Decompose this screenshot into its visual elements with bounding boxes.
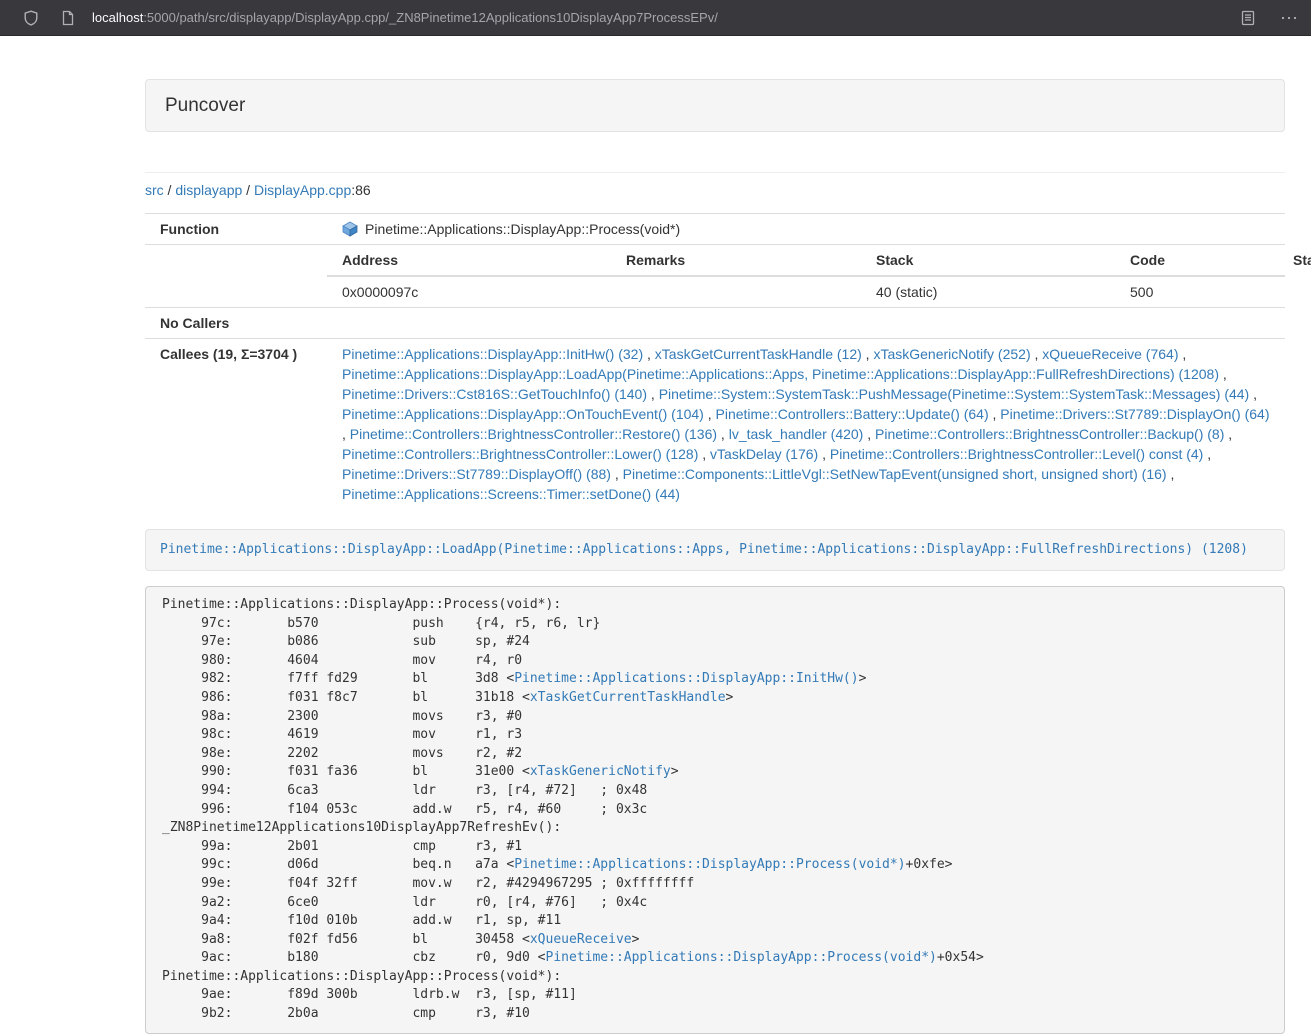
brand-title: Puncover <box>165 95 245 116</box>
breadcrumb: src / displayapp / DisplayApp.cpp:86 <box>145 180 1285 200</box>
breadcrumb-line-number: :86 <box>351 182 370 198</box>
page-info-icon[interactable] <box>60 10 76 26</box>
callee-link[interactable]: Pinetime::Applications::Screens::Timer::… <box>342 486 680 502</box>
reader-mode-icon[interactable] <box>1240 10 1256 26</box>
callee-link[interactable]: xQueueReceive (764) <box>1042 346 1178 362</box>
callee-link[interactable]: xTaskGetCurrentTaskHandle (12) <box>655 346 862 362</box>
code-symbol-link[interactable]: xTaskGetCurrentTaskHandle <box>530 690 726 705</box>
callee-link[interactable]: Pinetime::Controllers::BrightnessControl… <box>342 446 698 462</box>
code-symbol-link[interactable]: Pinetime::Applications::DisplayApp::Proc… <box>546 950 937 965</box>
code-symbol-link[interactable]: xQueueReceive <box>530 932 632 947</box>
stats-cell: Address Remarks Stack Code Static 0x0000… <box>327 245 1285 308</box>
callee-link[interactable]: Pinetime::Drivers::Cst816S::GetTouchInfo… <box>342 386 647 402</box>
callee-link[interactable]: Pinetime::Controllers::BrightnessControl… <box>830 446 1203 462</box>
browser-url-bar: localhost:5000/path/src/displayapp/Displ… <box>0 0 1311 36</box>
stats-header-code: Code <box>1115 245 1278 276</box>
callee-link[interactable]: vTaskDelay (176) <box>710 446 818 462</box>
callee-link[interactable]: Pinetime::Drivers::St7789::DisplayOn() (… <box>1000 406 1269 422</box>
breadcrumb-separator: / <box>242 182 254 198</box>
callee-link[interactable]: Pinetime::Controllers::BrightnessControl… <box>350 426 717 442</box>
function-name-cell: Pinetime::Applications::DisplayApp::Proc… <box>327 214 1285 245</box>
code-symbol-link[interactable]: xTaskGenericNotify <box>530 764 671 779</box>
highlighted-symbol-link[interactable]: Pinetime::Applications::DisplayApp::Load… <box>160 542 1248 557</box>
brand-heading: Puncover <box>145 79 1285 132</box>
no-callers-row: No Callers <box>145 308 1285 339</box>
code-symbol-link[interactable]: Pinetime::Applications::DisplayApp::Init… <box>514 671 858 686</box>
stats-header-row: Address Remarks Stack Code Static <box>327 245 1285 276</box>
stats-header-address: Address <box>327 245 611 276</box>
stats-value-stack: 40 (static) <box>861 276 1115 307</box>
stats-header-remarks: Remarks <box>611 245 861 276</box>
stats-table: Address Remarks Stack Code Static 0x0000… <box>327 245 1285 307</box>
breadcrumb-link[interactable]: DisplayApp.cpp <box>254 182 351 198</box>
function-row: Function Pinetime::Applications::Display… <box>145 214 1285 245</box>
stats-value-address: 0x0000097c <box>327 276 611 307</box>
breadcrumb-link[interactable]: displayapp <box>175 182 242 198</box>
stats-header-static: Static <box>1278 245 1285 276</box>
callee-link[interactable]: Pinetime::Controllers::Battery::Update()… <box>716 406 989 422</box>
callees-row: Callees (19, Σ=3704 ) Pinetime::Applicat… <box>145 339 1285 510</box>
callees-label: Callees (19, Σ=3704 ) <box>145 339 327 510</box>
no-callers-label: No Callers <box>145 308 327 339</box>
stats-header-stack: Stack <box>861 245 1115 276</box>
function-label: Function <box>145 214 327 245</box>
stats-value-code: 500 <box>1115 276 1278 307</box>
callee-link[interactable]: Pinetime::Drivers::St7789::DisplayOff() … <box>342 466 611 482</box>
stats-value-static <box>1278 276 1285 307</box>
shield-icon[interactable] <box>23 10 39 26</box>
callee-link[interactable]: Pinetime::Controllers::BrightnessControl… <box>875 426 1224 442</box>
section-divider <box>145 172 1285 173</box>
more-menu-icon[interactable]: ⋯ <box>1280 10 1298 26</box>
stats-row: Address Remarks Stack Code Static 0x0000… <box>145 245 1285 308</box>
stats-value-remarks <box>611 276 861 307</box>
function-type-icon <box>342 221 358 237</box>
disassembly: Pinetime::Applications::DisplayApp::Proc… <box>145 586 1285 1034</box>
page-content: Puncover src / displayapp / DisplayApp.c… <box>145 36 1285 1034</box>
url-text[interactable]: localhost:5000/path/src/displayapp/Displ… <box>92 10 1240 25</box>
code-symbol-link[interactable]: Pinetime::Applications::DisplayApp::Proc… <box>514 857 905 872</box>
url-host: localhost <box>92 10 143 25</box>
function-name: Pinetime::Applications::DisplayApp::Proc… <box>365 221 680 237</box>
callee-link[interactable]: Pinetime::Applications::DisplayApp::Load… <box>342 366 1219 382</box>
stats-row-label <box>145 245 327 308</box>
callee-link[interactable]: Pinetime::Applications::DisplayApp::OnTo… <box>342 406 704 422</box>
callee-link[interactable]: Pinetime::Applications::DisplayApp::Init… <box>342 346 643 362</box>
callee-link[interactable]: lv_task_handler (420) <box>729 426 864 442</box>
callee-link[interactable]: xTaskGenericNotify (252) <box>873 346 1030 362</box>
symbol-table: Function Pinetime::Applications::Display… <box>145 213 1285 509</box>
breadcrumb-separator: / <box>164 182 176 198</box>
highlighted-symbol-well: Pinetime::Applications::DisplayApp::Load… <box>145 529 1285 571</box>
no-callers-cell <box>327 308 1285 339</box>
url-path: :5000/path/src/displayapp/DisplayApp.cpp… <box>143 10 718 25</box>
callee-link[interactable]: Pinetime::System::SystemTask::PushMessag… <box>659 386 1250 402</box>
callee-link[interactable]: Pinetime::Components::LittleVgl::SetNewT… <box>623 466 1167 482</box>
breadcrumb-link[interactable]: src <box>145 182 164 198</box>
callees-cell: Pinetime::Applications::DisplayApp::Init… <box>327 339 1285 510</box>
stats-value-row: 0x0000097c 40 (static) 500 <box>327 276 1285 307</box>
